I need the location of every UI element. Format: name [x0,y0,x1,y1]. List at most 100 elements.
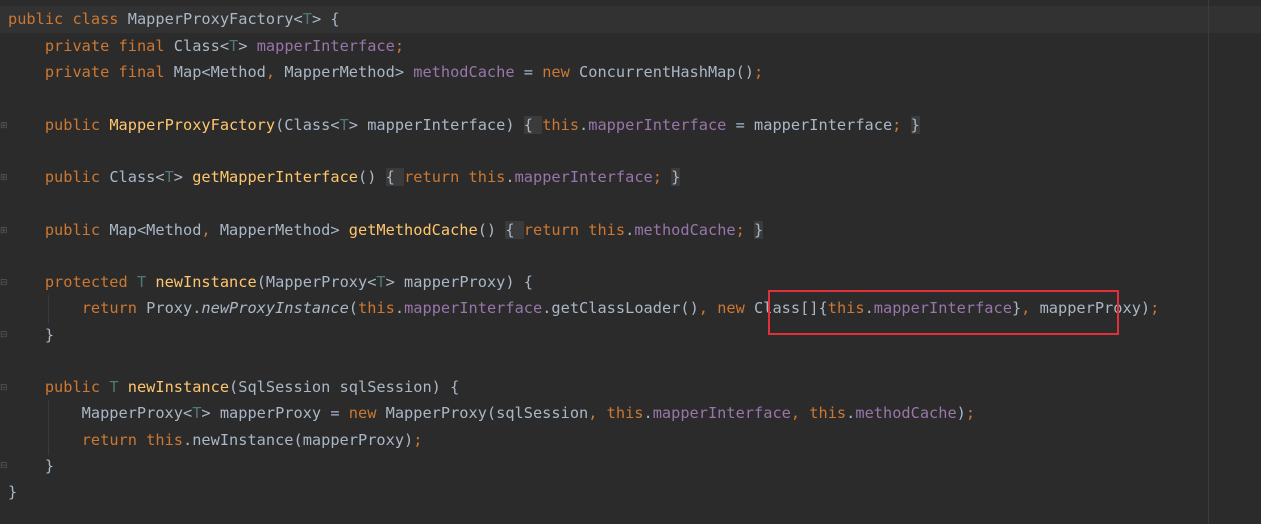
code-token: public class [8,10,128,28]
code-line[interactable]: public Map<Method, MapperMethod> getMeth… [8,217,764,243]
code-token: public [44,168,110,186]
code-line[interactable]: private final Class<T> mapperInterface; [8,33,404,59]
code-line[interactable]: public MapperProxyFactory(Class<T> mappe… [8,112,920,138]
code-token: mapperInterface [588,116,736,134]
code-line[interactable]: public class MapperProxyFactory<T> { [8,6,340,32]
code-token: return this [81,431,183,449]
code-line[interactable]: } [8,479,17,505]
code-token: () [477,221,506,239]
fold-icon[interactable]: ⊟ [0,382,8,394]
code-token: ; [892,116,911,134]
code-line[interactable]: MapperProxy<T> mapperProxy = new MapperP… [8,400,975,426]
code-token: } [910,116,920,134]
code-token: } [8,326,55,344]
code-line[interactable]: return this.newInstance(mapperProxy); [8,427,423,453]
code-token: T [376,273,386,291]
code-line[interactable] [8,191,17,217]
code-token: MapperProxy< [8,404,193,422]
code-token: protected [44,273,137,291]
fold-icon[interactable]: ⊟ [0,329,8,341]
code-token: ; [652,168,672,186]
code-token: = [523,63,543,81]
code-token: this [358,299,395,317]
code-token: methodCache [413,63,524,81]
code-token: T [302,10,312,28]
code-token: ; [413,431,423,449]
code-line[interactable] [8,348,17,374]
code-token: MapperMethod> [284,63,414,81]
code-token: public [44,378,110,396]
code-token: (MapperProxy< [256,273,377,291]
fold-icon[interactable]: ⊟ [0,277,8,289]
code-line[interactable]: } [8,453,54,479]
code-token: MapperProxyFactory< [127,10,303,28]
fold-icon[interactable]: ⊟ [0,460,8,472]
code-token: . [643,404,653,422]
code-token: > [173,168,193,186]
code-token: return this [523,221,626,239]
highlight-box [768,290,1119,335]
code-token: new [348,404,386,422]
code-token: > mapperProxy = [201,404,349,422]
code-token: private final [44,37,174,55]
code-token: methodCache [855,404,957,422]
code-token: } [671,168,681,186]
code-line[interactable]: protected T newInstance(MapperProxy<T> m… [8,269,533,295]
code-token: (Class< [275,116,340,134]
code-token: .newInstance(mapperProxy) [183,431,414,449]
code-token: public [44,116,110,134]
code-token: } [754,221,764,239]
code-line[interactable]: public Class<T> getMapperInterface() { r… [8,164,681,190]
fold-icon[interactable]: ⊞ [0,120,8,132]
code-token: . [394,299,405,317]
code-line[interactable]: private final Map<Method, MapperMethod> … [8,59,763,85]
code-token: > [238,37,257,55]
code-line[interactable]: } [8,322,54,348]
code-token: > { [311,10,340,28]
code-token: mapperInterface [514,168,653,186]
code-token: mapperInterface [256,37,395,55]
code-token: } [8,457,55,475]
code-token: mapperInterface [404,299,543,317]
code-token: > mapperInterface) [348,116,524,134]
code-editor[interactable]: ⊞ ⊞ ⊞ ⊟ ⊟ ⊟ ⊟ public class MapperProxyFa… [0,0,1261,524]
code-token: this [542,116,580,134]
code-token: > mapperProxy) { [385,273,533,291]
code-token: { [505,221,524,239]
code-token: T [229,37,239,55]
code-token: methodCache [634,221,736,239]
code-token: ; [965,404,976,422]
code-token: , new [698,299,755,317]
code-token: ; [1150,299,1160,317]
code-token: . [625,221,635,239]
code-token: newProxyInstance [201,299,349,317]
fold-icon[interactable]: ⊞ [0,225,8,237]
code-line[interactable] [8,138,17,164]
code-line[interactable] [8,86,17,112]
code-token: MapperProxyFactory [109,116,276,134]
code-token: , [201,221,220,239]
code-token: () [358,168,386,186]
code-token: (SqlSession sqlSession) { [229,378,460,396]
fold-icon[interactable]: ⊞ [0,172,8,184]
code-token: T [164,168,174,186]
code-token: private final [44,63,174,81]
right-margin-guide [1208,0,1209,524]
code-token: Map<Method [109,221,202,239]
code-token: ) [956,404,966,422]
code-token: T [109,378,128,396]
code-line[interactable]: public T newInstance(SqlSession sqlSessi… [8,374,459,400]
code-line[interactable] [8,243,17,269]
code-token: Class< [109,168,165,186]
code-token: ; [394,37,405,55]
